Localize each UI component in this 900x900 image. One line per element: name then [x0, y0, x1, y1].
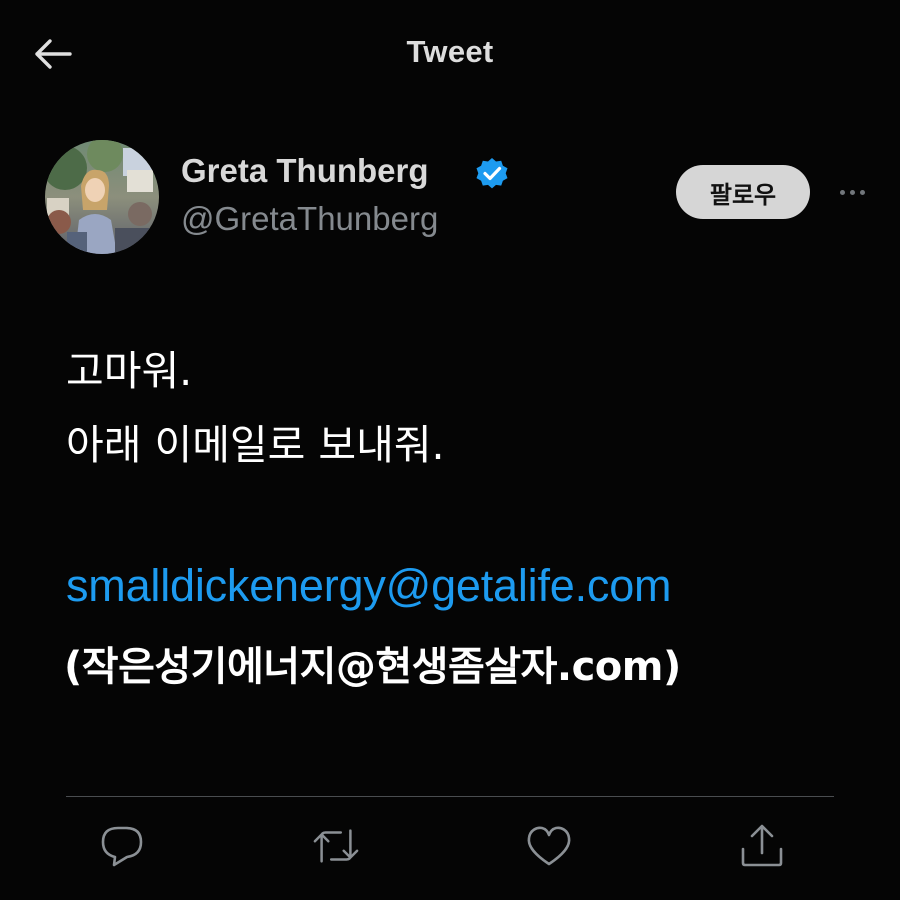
- retweet-button[interactable]: [312, 822, 360, 870]
- tweet-text-line: 고마워.: [66, 347, 193, 395]
- follow-button[interactable]: 팔로우: [676, 165, 810, 219]
- share-icon: [741, 824, 783, 867]
- top-bar: Tweet: [0, 0, 900, 108]
- verified-badge-icon: [476, 158, 508, 189]
- author-name[interactable]: Greta Thunberg: [181, 152, 429, 190]
- more-horizontal-icon: [839, 189, 845, 195]
- more-button[interactable]: [830, 170, 874, 214]
- reply-icon: [101, 826, 143, 867]
- heart-icon: [527, 826, 571, 866]
- author-handle[interactable]: @GretaThunberg: [181, 200, 438, 238]
- avatar[interactable]: [45, 140, 159, 254]
- share-button[interactable]: [738, 822, 786, 870]
- email-translation: (작은성기에너지@현생좀살자.com): [64, 644, 681, 690]
- divider: [66, 796, 834, 797]
- email-link[interactable]: smalldickenergy@getalife.com: [66, 560, 672, 612]
- more-horizontal-icon-dot: [849, 189, 855, 195]
- avatar-image: [45, 140, 159, 254]
- retweet-icon: [313, 829, 359, 863]
- reply-button[interactable]: [98, 822, 146, 870]
- tweet-screen: Tweet Greta Thunberg @GretaThunberg 팔로우 …: [0, 0, 900, 900]
- more-horizontal-icon-dot: [859, 189, 865, 195]
- page-title: Tweet: [406, 34, 494, 69]
- like-button[interactable]: [525, 822, 573, 870]
- tweet-text-line: 아래 이메일로 보내줘.: [66, 421, 445, 469]
